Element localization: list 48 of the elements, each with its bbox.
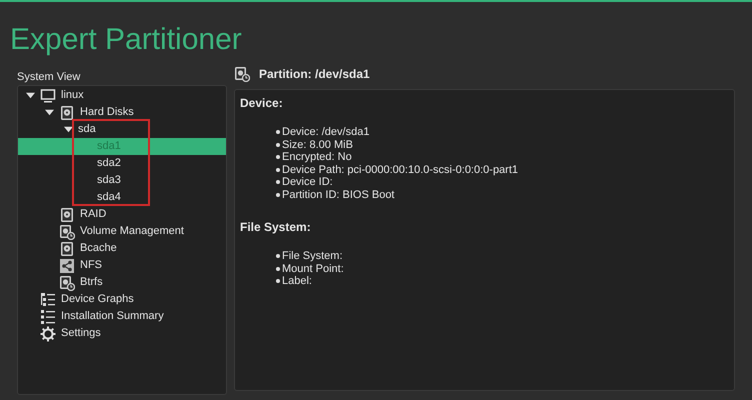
bullet-icon bbox=[276, 142, 280, 147]
tree-item[interactable]: NFS bbox=[18, 257, 226, 274]
detail-text: Label: bbox=[282, 275, 312, 288]
tree-item[interactable]: Volume Management bbox=[18, 223, 226, 240]
tree-item[interactable]: sda bbox=[18, 121, 226, 138]
section-heading: Device: bbox=[240, 95, 284, 112]
expand-arrow-icon[interactable] bbox=[26, 91, 35, 100]
detail-text: File System: bbox=[282, 250, 343, 262]
tree-item[interactable]: Settings bbox=[18, 325, 226, 342]
panel-label: System View bbox=[17, 70, 82, 85]
tree-item[interactable]: Device Graphs bbox=[18, 291, 226, 308]
disk-clock-icon bbox=[59, 224, 75, 240]
detail-text: Size: 8.00 MiB bbox=[282, 138, 353, 151]
tree-item[interactable]: Hard Disks bbox=[18, 104, 226, 121]
section-heading: File System: bbox=[240, 219, 312, 236]
tree-item[interactable]: Btrfs bbox=[18, 274, 226, 291]
bullet-icon bbox=[276, 130, 280, 134]
tree-item[interactable]: sda3 bbox=[18, 172, 226, 189]
bullet-icon bbox=[276, 180, 280, 184]
detail-text: Encrypted: No bbox=[282, 151, 352, 164]
tree-item[interactable]: sda2 bbox=[18, 155, 226, 172]
detail-text: Mount Point: bbox=[282, 262, 344, 275]
expand-arrow-icon[interactable] bbox=[45, 108, 54, 117]
tree-item[interactable]: RAID bbox=[18, 206, 226, 223]
detail-text: Device ID: bbox=[282, 176, 333, 188]
computer-icon bbox=[40, 88, 56, 104]
bullet-icon bbox=[276, 155, 280, 160]
detail-text: Device: /dev/sda1 bbox=[282, 126, 370, 138]
panel-title: Partition: /dev/sda1 bbox=[259, 66, 370, 83]
expand-arrow-icon[interactable] bbox=[64, 125, 73, 134]
tree-item[interactable]: linux bbox=[18, 87, 226, 104]
bullet-icon bbox=[276, 168, 280, 172]
bullet-icon bbox=[276, 266, 280, 271]
list-icon bbox=[40, 308, 56, 324]
tree-item[interactable]: Bcache bbox=[18, 240, 226, 257]
tree-item[interactable]: Installation Summary bbox=[18, 308, 226, 325]
partition-icon bbox=[234, 66, 250, 82]
settings-icon bbox=[40, 326, 56, 342]
share-icon bbox=[59, 258, 75, 274]
page-title: Expert Partitioner bbox=[10, 22, 243, 58]
disk-clock-icon bbox=[59, 274, 75, 290]
bullet-icon bbox=[276, 192, 280, 197]
bullet-icon bbox=[276, 279, 280, 284]
tree-list-icon bbox=[40, 292, 56, 308]
detail-text: Device Path: pci-0000:00:10.0-scsi-0:0:0:0-part1 bbox=[282, 164, 518, 176]
tree-item[interactable]: sda4 bbox=[18, 189, 226, 206]
detail-text: Partition ID: BIOS Boot bbox=[282, 188, 394, 201]
bullet-icon bbox=[276, 254, 280, 258]
